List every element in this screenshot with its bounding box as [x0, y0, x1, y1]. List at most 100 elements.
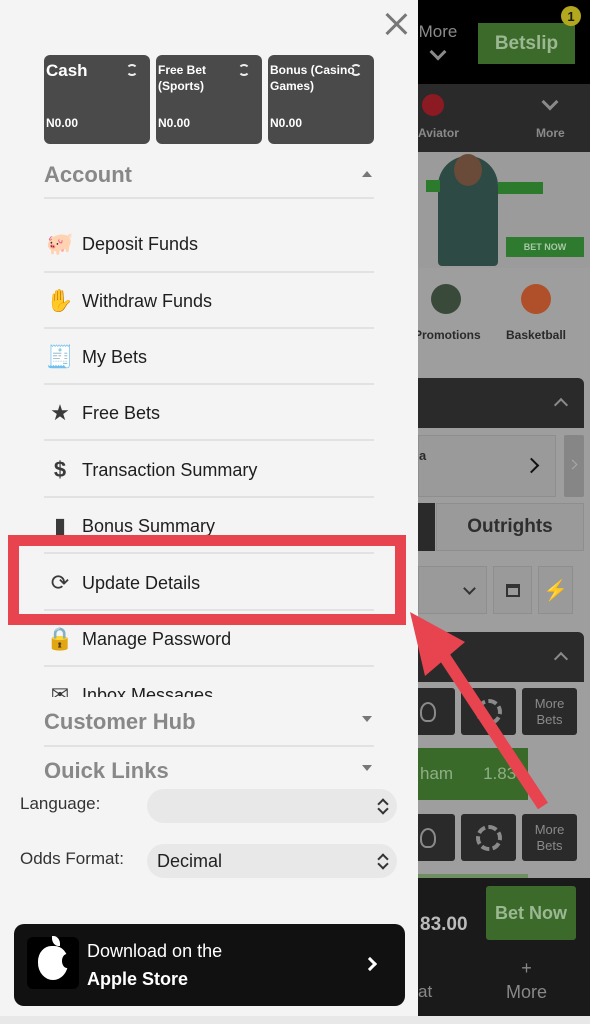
menu-item-label: Deposit Funds — [82, 233, 199, 254]
apple-icon — [38, 936, 72, 980]
language-row: Language: — [20, 789, 400, 823]
more-bets-button[interactable]: More Bets — [522, 688, 577, 735]
menu-item-my-bets[interactable]: 🧾 My Bets — [44, 329, 374, 385]
menu-item-deposit-funds[interactable]: 🐖 Deposit Funds — [44, 216, 374, 272]
lightning-icon: ⚡ — [543, 579, 568, 602]
caret-down-icon — [362, 765, 372, 771]
filter-select[interactable] — [418, 566, 487, 614]
caret-up-icon — [362, 171, 372, 177]
aviator-icon[interactable] — [422, 94, 444, 116]
wallet-title: Cash — [46, 61, 88, 80]
menu-item-manage-password[interactable]: 🔒 Manage Password — [44, 611, 374, 667]
betslip-count-badge: 1 — [561, 6, 581, 26]
plus-icon: + — [521, 958, 532, 978]
wallet-card-cash: Cash N0.00 — [44, 55, 150, 144]
lightbulb-icon — [419, 701, 436, 722]
banner-stripe — [426, 180, 440, 192]
promo-banner[interactable]: BET NOW — [418, 152, 590, 268]
bet-now-button[interactable]: Bet Now — [486, 886, 576, 940]
tips-button[interactable] — [418, 814, 455, 861]
stats-button[interactable] — [461, 688, 516, 735]
star-icon: ★ — [50, 400, 70, 425]
league-row[interactable]: a — [418, 435, 556, 497]
envelope-icon: ✉ — [50, 682, 70, 697]
document-icon: ▮ — [53, 513, 67, 538]
wallet-title: Free Bet (Sports) — [158, 63, 207, 93]
menu-item-label: Update Details — [82, 572, 201, 593]
top-more-label: More — [418, 22, 458, 41]
lightbulb-icon — [419, 827, 436, 848]
chat-label[interactable]: at — [418, 982, 432, 1002]
section-account[interactable]: Account — [44, 162, 374, 188]
apple-store-download-button[interactable]: Download on the Apple Store — [14, 924, 405, 1006]
live-filter-button[interactable]: ⚡ — [538, 566, 573, 614]
menu-item-inbox-messages[interactable]: ✉ Inbox Messages — [44, 667, 374, 697]
tab-outrights[interactable]: Outrights — [436, 503, 584, 551]
language-label: Language: — [20, 794, 101, 813]
refresh-icon[interactable] — [350, 64, 362, 76]
tab-matches[interactable] — [418, 503, 435, 551]
select-arrows-icon — [377, 853, 387, 869]
screen: More Betslip 1 Aviator More BET NOW Prom… — [0, 0, 590, 1024]
odds-format-label: Odds Format: — [20, 849, 124, 868]
account-drawer: Cash N0.00 Free Bet (Sports) N0.00 Bonus… — [0, 0, 418, 1016]
section-quick-links[interactable]: Quick Links — [44, 758, 374, 778]
stats-button[interactable] — [461, 814, 516, 861]
category-promotions[interactable]: Promotions — [418, 284, 481, 342]
language-select[interactable] — [147, 789, 397, 823]
category-basketball[interactable]: Basketball — [504, 284, 568, 342]
chevron-right-icon — [523, 457, 540, 474]
chevron-up-icon — [553, 651, 569, 667]
account-menu: 🐖 Deposit Funds ✋ Withdraw Funds 🧾 My Be… — [0, 199, 418, 697]
app-store-line1: Download on the — [87, 941, 223, 961]
wallet-amount: N0.00 — [158, 116, 191, 130]
receipt-icon: 🧾 — [46, 344, 74, 369]
league-name: a — [419, 448, 427, 463]
piggy-bank-icon: 🐖 — [46, 231, 74, 256]
calendar-button[interactable] — [493, 566, 532, 614]
wallet-amount: N0.00 — [270, 116, 303, 130]
nav-more-label[interactable]: More — [536, 126, 565, 140]
menu-item-label: Manage Password — [82, 628, 232, 649]
app-store-line2: Apple Store — [87, 969, 189, 989]
banner-bet-now-button[interactable]: BET NOW — [506, 237, 584, 257]
menu-item-update-details[interactable]: ⟳ Update Details — [44, 555, 374, 611]
more-bets-button[interactable]: More Bets — [522, 814, 577, 861]
odds-format-select[interactable]: Decimal — [147, 844, 397, 878]
apple-logo-box — [27, 936, 79, 989]
money-hand-icon: ✋ — [46, 288, 74, 313]
close-icon[interactable] — [384, 12, 408, 36]
tips-button[interactable] — [418, 688, 455, 735]
wallet-card-bonus: Bonus (Casino Games) N0.00 — [268, 55, 374, 144]
menu-item-bonus-summary[interactable]: ▮ Bonus Summary — [44, 498, 374, 554]
menu-item-label: Withdraw Funds — [82, 290, 213, 311]
betslip-button[interactable]: Betslip — [478, 23, 575, 64]
scroll-right-button[interactable] — [564, 435, 584, 497]
menu-item-free-bets[interactable]: ★ Free Bets — [44, 385, 374, 441]
refresh-icon[interactable] — [126, 64, 138, 76]
menu-item-transaction-summary[interactable]: $ Transaction Summary — [44, 442, 374, 498]
nav-aviator-label[interactable]: Aviator — [418, 126, 459, 140]
section-header[interactable] — [418, 378, 584, 428]
menu-item-label: Free Bets — [82, 402, 161, 423]
stats-ring-icon — [475, 698, 502, 725]
refresh-icon[interactable] — [238, 64, 250, 76]
more-label: More — [506, 982, 548, 1002]
more-button[interactable]: + More — [506, 956, 547, 1004]
banner-stripe — [498, 182, 543, 194]
selected-odds-button[interactable]: ham 1.83 — [418, 748, 528, 800]
menu-item-withdraw-funds[interactable]: ✋ Withdraw Funds — [44, 273, 374, 329]
stake-amount: 83.00 — [420, 914, 468, 935]
section-account-title: Account — [44, 162, 132, 187]
divider — [44, 552, 374, 554]
odds-format-row: Odds Format: Decimal — [20, 844, 400, 878]
section-customer-hub-title: Customer Hub — [44, 709, 196, 734]
wallet-amount: N0.00 — [46, 116, 79, 130]
sports-nav: Aviator More — [418, 84, 590, 152]
top-more-button[interactable]: More — [418, 22, 458, 61]
betslip-bar: 83.00 Bet Now at + More — [418, 878, 590, 1016]
menu-item-label: My Bets — [82, 346, 148, 367]
chevron-down-icon[interactable] — [541, 93, 559, 111]
event-header[interactable] — [418, 632, 584, 682]
section-customer-hub[interactable]: Customer Hub — [44, 709, 374, 735]
